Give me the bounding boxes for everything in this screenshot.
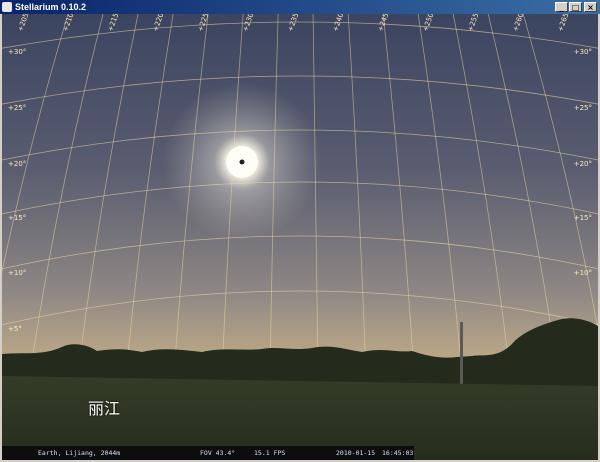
status-bar: Earth, Lijiang, 2044m FOV 43.4° 15.1 FPS… bbox=[2, 446, 414, 460]
altitude-label-left: +30° bbox=[8, 48, 26, 56]
altitude-label-left: +20° bbox=[8, 160, 26, 168]
altitude-label-left: +5° bbox=[8, 325, 22, 333]
status-date: 2010-01-15 bbox=[336, 449, 376, 457]
altitude-label-left: +15° bbox=[8, 214, 26, 222]
altitude-label-right: +20° bbox=[574, 160, 592, 168]
app-icon bbox=[2, 2, 12, 12]
status-fov: FOV 43.4° bbox=[200, 449, 236, 457]
sky-canvas[interactable]: +30° +30° +25° +25° +20° +20° +15° +15° +10° +10°… bbox=[2, 14, 598, 460]
status-time: 16:45:03 bbox=[382, 449, 414, 457]
window-title: Stellarium 0.10.2 bbox=[15, 2, 87, 12]
altitude-label-left: +25° bbox=[8, 104, 26, 112]
sky-view[interactable]: +30° +30° +25° +25° +20° +20° +15° +15° +10° +10°… bbox=[2, 14, 598, 460]
location-label: 丽江 bbox=[88, 399, 121, 418]
altitude-label-right: +15° bbox=[574, 214, 592, 222]
title-bar[interactable]: Stellarium 0.10.2 _ □ × bbox=[0, 0, 600, 14]
altitude-label-left: +10° bbox=[8, 269, 26, 277]
status-fps: 15.1 FPS bbox=[254, 449, 286, 457]
sun-marker bbox=[239, 159, 245, 165]
altitude-label-right: +10° bbox=[574, 269, 592, 277]
minimize-button[interactable]: _ bbox=[555, 2, 568, 12]
sun[interactable] bbox=[226, 146, 258, 178]
radio-mast bbox=[460, 322, 463, 387]
altitude-label-right: +25° bbox=[574, 104, 592, 112]
close-button[interactable]: × bbox=[584, 2, 597, 12]
stellarium-window: Stellarium 0.10.2 _ □ × +30° +30° +25° +… bbox=[0, 0, 600, 462]
status-location: Earth, Lijiang, 2044m bbox=[38, 449, 121, 457]
altitude-label-right: +30° bbox=[574, 48, 592, 56]
maximize-button[interactable]: □ bbox=[569, 2, 582, 12]
